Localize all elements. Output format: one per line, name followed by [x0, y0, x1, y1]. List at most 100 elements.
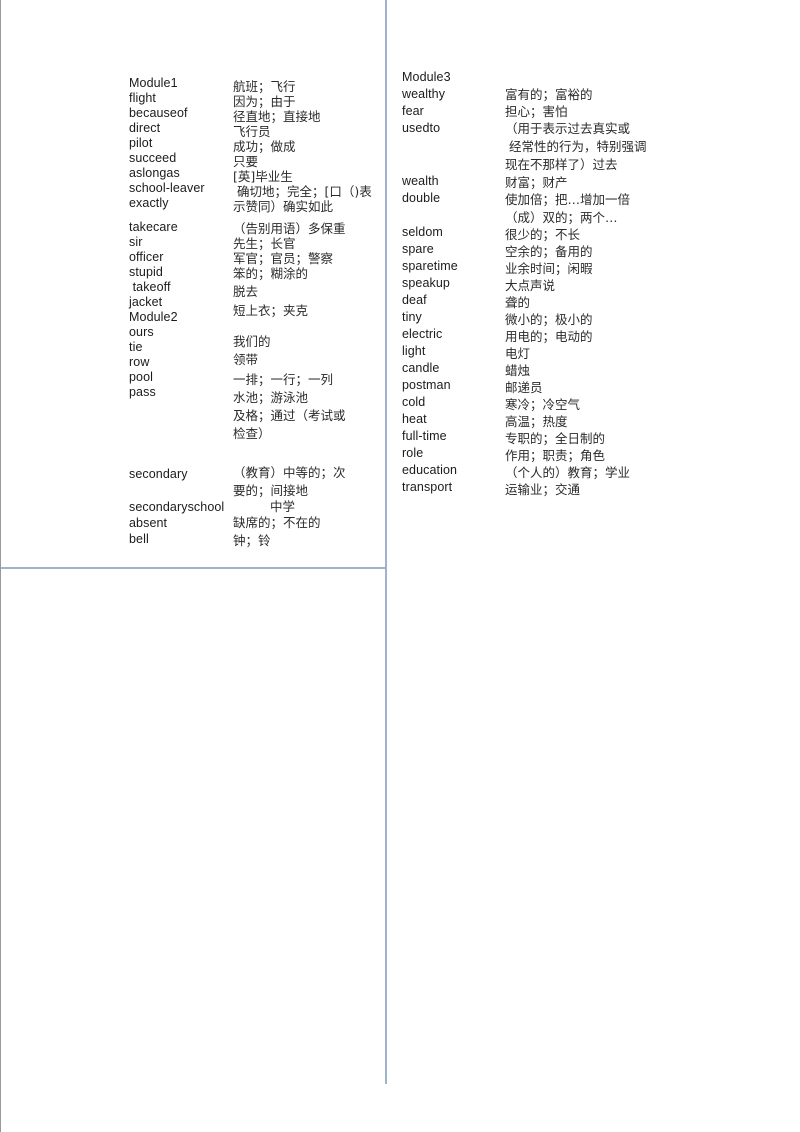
vocabulary-term: flight [129, 91, 157, 105]
vocabulary-gloss: 飞行员 [233, 124, 271, 139]
vocabulary-term: officer [129, 250, 164, 264]
vocabulary-term: fear [402, 104, 424, 118]
vocabulary-gloss: 担心；害怕 [505, 104, 568, 119]
vocabulary-gloss: 水池；游泳池 [233, 390, 309, 405]
vocabulary-term: direct [129, 121, 161, 135]
vocabulary-term: candle [402, 361, 440, 375]
vocabulary-gloss: 邮递员 [505, 380, 543, 395]
vocabulary-gloss: 一排；一行；一列 [233, 372, 334, 387]
vocabulary-term: education [402, 463, 458, 477]
vocabulary-gloss: 航班；飞行 [233, 79, 296, 94]
vocabulary-gloss: 要的；间接地 [233, 483, 309, 498]
vocabulary-term: heat [402, 412, 427, 426]
vocabulary-gloss: 钟；铃 [233, 533, 271, 548]
vocabulary-term: deaf [402, 293, 427, 307]
vocabulary-gloss: 富有的；富裕的 [505, 87, 593, 102]
vocabulary-term: transport [402, 480, 453, 494]
vocabulary-gloss: 脱去 [233, 284, 259, 299]
vocabulary-term: takeoff [129, 280, 171, 294]
vocabulary-gloss: 很少的；不长 [505, 227, 581, 242]
vocabulary-gloss: （告别用语）多保重 [233, 221, 346, 236]
vocabulary-term: Module3 [402, 70, 451, 84]
vocabulary-term: pilot [129, 136, 153, 150]
vocabulary-gloss: 财富；财产 [505, 175, 568, 190]
vocabulary-gloss: 微小的；极小的 [505, 312, 593, 327]
vocabulary-gloss: 先生；长官 [233, 236, 296, 251]
vocabulary-gloss: 空余的；备用的 [505, 244, 593, 259]
vocabulary-gloss: 因为；由于 [233, 94, 296, 109]
vocabulary-gloss: （教育）中等的；次 [233, 465, 346, 480]
vocabulary-term: sparetime [402, 259, 458, 273]
vocabulary-term: wealth [402, 174, 439, 188]
vocabulary-term: usedto [402, 121, 441, 135]
vocabulary-term: tiny [402, 310, 422, 324]
vocabulary-gloss: 聋的 [505, 295, 531, 310]
vocabulary-gloss: 成功；做成 [233, 139, 296, 154]
vocabulary-gloss: 中学 [270, 499, 296, 514]
vocabulary-gloss: 业余时间；闲暇 [505, 261, 593, 276]
vocabulary-gloss: （成）双的；两个… [505, 210, 618, 225]
vocabulary-gloss: 经常性的行为，特别强调 [505, 139, 647, 154]
vocabulary-term: pool [129, 370, 154, 384]
vocabulary-term: seldom [402, 225, 443, 239]
vocabulary-term: exactly [129, 196, 169, 210]
vocabulary-term: spare [402, 242, 434, 256]
vocabulary-gloss: 径直地；直接地 [233, 109, 321, 124]
vocabulary-term: secondaryschool [129, 500, 225, 514]
vocabulary-gloss: 现在不那样了）过去 [505, 157, 618, 172]
vocabulary-term: ours [129, 325, 154, 339]
vocabulary-gloss: 专职的；全日制的 [505, 431, 606, 446]
vocabulary-gloss: 用电的；电动的 [505, 329, 593, 344]
vocabulary-gloss: （用于表示过去真实或 [505, 121, 631, 136]
horizontal-divider-rule [1, 567, 387, 569]
vocabulary-gloss: 高温；热度 [505, 414, 568, 429]
document-page: Module1 flight becauseof direct pilot succeed… [0, 0, 800, 1132]
vocabulary-gloss: 我们的 [233, 334, 271, 349]
vocabulary-term: row [129, 355, 150, 369]
vocabulary-term: aslongas [129, 166, 180, 180]
vocabulary-gloss: 军官；官员；警察 [233, 251, 334, 266]
vocabulary-term: Module2 [129, 310, 178, 324]
vocabulary-term: takecare [129, 220, 178, 234]
vocabulary-term: succeed [129, 151, 177, 165]
vocabulary-term: electric [402, 327, 443, 341]
vocabulary-gloss: 使加倍；把…增加一倍 [505, 192, 631, 207]
vocabulary-term: wealthy [402, 87, 446, 101]
vocabulary-gloss: （个人的）教育；学业 [505, 465, 631, 480]
vocabulary-gloss: 笨的；糊涂的 [233, 266, 309, 281]
vocabulary-term: cold [402, 395, 426, 409]
vocabulary-term: pass [129, 385, 156, 399]
vocabulary-term: Module1 [129, 76, 178, 90]
vocabulary-gloss: 大点声说 [505, 278, 556, 293]
vertical-divider-rule [385, 0, 387, 1084]
vocabulary-gloss: [英]毕业生 [233, 169, 293, 184]
vocabulary-term: sir [129, 235, 143, 249]
vocabulary-gloss: 缺席的；不在的 [233, 515, 321, 530]
vocabulary-gloss: 运输业；交通 [505, 482, 581, 497]
vocabulary-gloss: 及格；通过（考试或 [233, 408, 346, 423]
vocabulary-gloss: 确切地；完全；[口（)表 [233, 184, 372, 199]
vocabulary-term: speakup [402, 276, 450, 290]
vocabulary-gloss: 电灯 [505, 346, 531, 361]
vocabulary-term: absent [129, 516, 168, 530]
vocabulary-gloss: 只要 [233, 154, 259, 169]
vocabulary-gloss: 短上衣；夹克 [233, 303, 309, 318]
vocabulary-gloss: 作用；职责；角色 [505, 448, 606, 463]
vocabulary-term: postman [402, 378, 451, 392]
vocabulary-term: double [402, 191, 441, 205]
vocabulary-term: bell [129, 532, 149, 546]
vocabulary-gloss: 检查） [233, 426, 271, 441]
vocabulary-gloss: 领带 [233, 352, 259, 367]
vocabulary-gloss: 寒冷；冷空气 [505, 397, 581, 412]
vocabulary-term: secondary [129, 467, 188, 481]
vocabulary-term: school-leaver [129, 181, 205, 195]
vocabulary-term: role [402, 446, 424, 460]
vocabulary-term: tie [129, 340, 143, 354]
vocabulary-term: becauseof [129, 106, 188, 120]
vocabulary-term: jacket [129, 295, 163, 309]
vocabulary-term: full-time [402, 429, 447, 443]
vocabulary-term: stupid [129, 265, 163, 279]
vocabulary-term: light [402, 344, 426, 358]
vocabulary-gloss: 蜡烛 [505, 363, 531, 378]
vocabulary-gloss: 示赞同）确实如此 [233, 199, 334, 214]
